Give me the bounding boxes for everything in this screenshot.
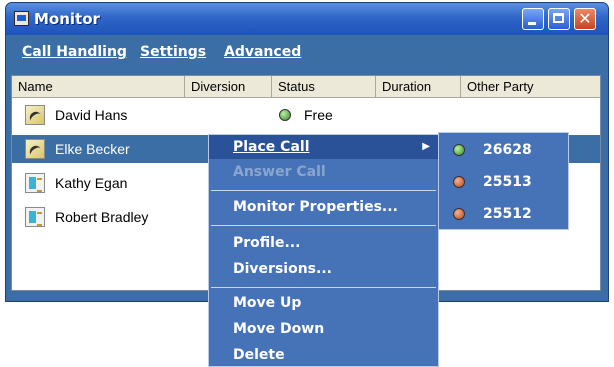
maximize-icon[interactable] xyxy=(548,8,570,30)
column-duration[interactable]: Duration xyxy=(376,76,461,97)
close-icon[interactable]: ✕ xyxy=(574,8,596,30)
monitor-app-icon[interactable] xyxy=(14,11,29,26)
menu-move-up[interactable]: Move Up xyxy=(209,291,438,315)
contact-name: Kathy Egan xyxy=(55,175,128,191)
menu-separator xyxy=(211,287,436,288)
phone-icon xyxy=(25,139,45,159)
list-header: Name Diversion Status Duration Other Par… xyxy=(12,76,600,98)
submenu-arrow-icon: ▶ xyxy=(422,141,430,152)
submenu-number-item[interactable]: 26628 xyxy=(439,135,568,165)
place-call-submenu: 26628 25513 25512 xyxy=(438,132,569,230)
status-available-icon xyxy=(453,144,465,156)
menu-delete[interactable]: Delete xyxy=(209,343,438,367)
menu-place-call[interactable]: Place Call ▶ xyxy=(209,135,438,159)
menu-answer-call: Answer Call xyxy=(233,164,326,180)
phone-number: 25513 xyxy=(483,174,532,190)
column-diversion[interactable]: Diversion xyxy=(185,76,272,97)
status-text: Free xyxy=(304,107,333,123)
status-busy-icon xyxy=(453,176,465,188)
contact-name: Elke Becker xyxy=(55,141,130,157)
menu-settings[interactable]: Settings xyxy=(140,44,206,60)
table-row[interactable]: David Hans Free xyxy=(12,101,600,129)
phone-number: 26628 xyxy=(483,142,532,158)
column-status[interactable]: Status xyxy=(272,76,376,97)
menu-call-handling[interactable]: Call Handling xyxy=(22,44,127,60)
title-bar[interactable]: Monitor ✕ xyxy=(6,3,608,35)
menu-monitor-properties[interactable]: Monitor Properties... xyxy=(209,195,438,219)
column-other-party[interactable]: Other Party xyxy=(461,76,600,97)
menu-diversions[interactable]: Diversions... xyxy=(209,257,438,281)
status-free-icon xyxy=(279,109,291,121)
submenu-number-item[interactable]: 25512 xyxy=(439,199,568,229)
minimize-icon[interactable] xyxy=(522,8,544,30)
submenu-number-item[interactable]: 25513 xyxy=(439,167,568,197)
menu-advanced[interactable]: Advanced xyxy=(224,44,301,60)
menu-separator xyxy=(211,190,436,191)
column-name[interactable]: Name xyxy=(12,76,185,97)
contact-name: Robert Bradley xyxy=(55,209,149,225)
contact-name: David Hans xyxy=(55,107,128,123)
menu-separator xyxy=(211,225,436,226)
contact-card-icon xyxy=(25,173,45,193)
contact-card-icon xyxy=(25,207,45,227)
menu-profile[interactable]: Profile... xyxy=(209,231,438,255)
menu-move-down[interactable]: Move Down xyxy=(209,317,438,341)
context-menu: Place Call ▶ Answer Call Monitor Propert… xyxy=(208,134,439,367)
phone-icon xyxy=(25,105,45,125)
menu-place-call-label: Place Call xyxy=(233,139,310,155)
window-title: Monitor xyxy=(34,10,100,28)
phone-number: 25512 xyxy=(483,206,532,222)
status-busy-icon xyxy=(453,208,465,220)
menu-bar: Call Handling Settings Advanced xyxy=(10,37,604,67)
